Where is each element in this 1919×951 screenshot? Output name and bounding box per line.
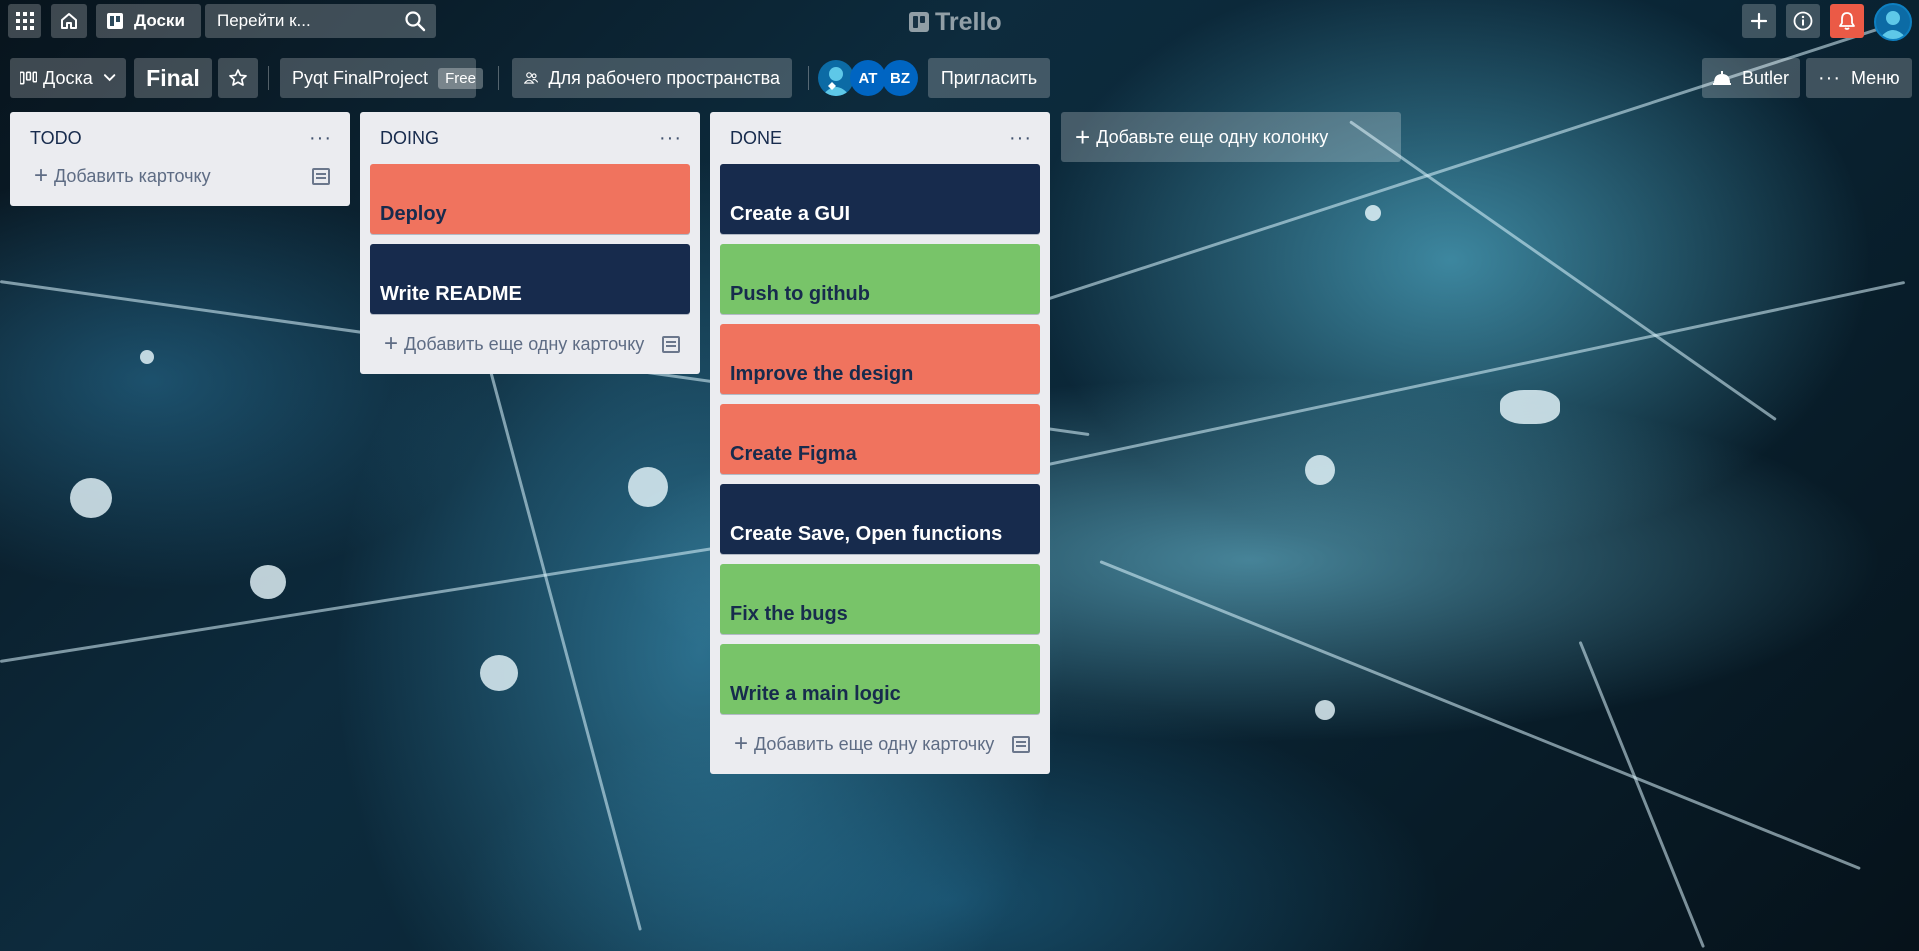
card-title: Create a GUI: [730, 203, 851, 225]
add-list-label: Добавьте еще одну колонку: [1096, 126, 1329, 147]
add-card-button[interactable]: + Добавить еще одну карточку: [720, 724, 1040, 764]
header-divider: [808, 66, 809, 90]
card[interactable]: Write README: [370, 244, 690, 314]
butler-label: Butler: [1742, 67, 1790, 88]
menu-button[interactable]: ··· Меню: [1806, 58, 1912, 98]
star-board-button[interactable]: [218, 58, 258, 98]
card[interactable]: Improve the design: [720, 324, 1040, 394]
apps-grid-button[interactable]: [8, 4, 41, 38]
list-title[interactable]: DOING: [380, 128, 439, 149]
user-avatar[interactable]: [1874, 3, 1912, 41]
plus-icon: +: [734, 730, 749, 757]
list-header: DONE ···: [720, 112, 1040, 164]
boards-label: Доски: [134, 11, 185, 30]
add-card-button[interactable]: + Добавить еще одну карточку: [370, 324, 690, 364]
invite-button[interactable]: Пригласить: [928, 58, 1050, 98]
workspace-visibility-icon: [524, 72, 539, 84]
list-title[interactable]: TODO: [30, 128, 82, 149]
plus-icon: +: [34, 162, 49, 189]
card[interactable]: Write a main logic: [720, 644, 1040, 714]
workspace-button[interactable]: Pyqt FinalProject Free: [280, 58, 483, 98]
add-card-label: Добавить карточку: [54, 165, 211, 186]
search-box[interactable]: [205, 4, 436, 38]
info-icon: [1793, 11, 1813, 31]
header-divider: [498, 66, 499, 90]
board-view-label: Доска: [43, 67, 93, 88]
card[interactable]: Create Save, Open functions: [720, 484, 1040, 554]
trello-logo-text: Trello: [935, 7, 1002, 36]
list-menu-icon[interactable]: ···: [1009, 128, 1032, 148]
card-title: Write README: [380, 283, 522, 305]
visibility-label: Для рабочего пространства: [548, 67, 780, 88]
board-title[interactable]: Final: [134, 58, 212, 98]
top-navigation-bar: Доски Trello: [0, 0, 1919, 44]
list-done: DONE ··· Create a GUI Push to github Imp…: [710, 112, 1050, 774]
list-header: DOING ···: [370, 112, 690, 164]
card-template-icon[interactable]: [662, 335, 680, 353]
member-avatar-at[interactable]: AT: [850, 60, 886, 96]
info-button[interactable]: [1786, 4, 1820, 38]
board-title-text: Final: [146, 64, 200, 91]
card[interactable]: Create a GUI: [720, 164, 1040, 234]
search-input[interactable]: [215, 10, 399, 32]
plus-icon: +: [384, 330, 399, 357]
board-icon: [107, 13, 123, 29]
card-title: Fix the bugs: [730, 603, 848, 625]
board-view-icon: [20, 71, 38, 85]
member-initials: BZ: [890, 69, 910, 87]
search-icon[interactable]: [404, 10, 426, 32]
card-title: Create Figma: [730, 443, 857, 465]
home-button[interactable]: [51, 4, 87, 38]
card[interactable]: Deploy: [370, 164, 690, 234]
create-button[interactable]: [1742, 4, 1776, 38]
card-template-icon[interactable]: [1012, 735, 1030, 753]
list-title[interactable]: DONE: [730, 128, 782, 149]
card[interactable]: Push to github: [720, 244, 1040, 314]
member-avatar-bz[interactable]: BZ: [882, 60, 918, 96]
add-card-label: Добавить еще одну карточку: [404, 333, 645, 354]
butler-bell-icon: [1713, 71, 1731, 85]
card-title: Improve the design: [730, 363, 914, 385]
card-title: Write a main logic: [730, 683, 901, 705]
card-title: Deploy: [380, 203, 447, 225]
user-icon: [1879, 11, 1907, 39]
add-list-button[interactable]: + Добавьте еще одну колонку: [1061, 112, 1401, 162]
user-icon: [822, 67, 850, 96]
card-title: Push to github: [730, 283, 870, 305]
invite-label: Пригласить: [940, 67, 1038, 88]
card-template-icon[interactable]: [312, 167, 330, 185]
trello-logo-icon: [909, 12, 929, 32]
member-initials: AT: [858, 69, 878, 87]
board-view-switcher[interactable]: Доска: [10, 58, 126, 98]
plus-icon: [1750, 12, 1768, 30]
add-card-label: Добавить еще одну карточку: [754, 733, 995, 754]
member-avatar-owner[interactable]: [818, 60, 854, 96]
workspace-name: Pyqt FinalProject: [292, 67, 429, 88]
more-dots-icon: ···: [1818, 66, 1841, 89]
list-todo: TODO ··· + Добавить карточку: [10, 112, 350, 206]
menu-label: Меню: [1850, 67, 1900, 88]
plus-icon: +: [1075, 121, 1091, 152]
visibility-button[interactable]: Для рабочего пространства: [512, 58, 792, 98]
card-title: Create Save, Open functions: [730, 523, 1003, 545]
trello-logo[interactable]: Trello: [909, 6, 1002, 38]
card[interactable]: Create Figma: [720, 404, 1040, 474]
list-menu-icon[interactable]: ···: [309, 128, 332, 148]
boards-button[interactable]: Доски: [96, 4, 201, 38]
home-icon: [61, 13, 77, 29]
butler-button[interactable]: Butler: [1702, 58, 1800, 98]
card[interactable]: Fix the bugs: [720, 564, 1040, 634]
chevron-down-icon: [103, 74, 116, 82]
grid-icon: [15, 12, 34, 30]
add-card-button[interactable]: + Добавить карточку: [20, 156, 340, 196]
workspace-plan-badge: Free: [438, 67, 483, 89]
list-doing: DOING ··· Deploy Write README + Добавить…: [360, 112, 700, 374]
notifications-button[interactable]: [1830, 4, 1864, 38]
header-divider: [268, 66, 269, 90]
star-icon: [229, 69, 247, 86]
list-menu-icon[interactable]: ···: [659, 128, 682, 148]
bell-icon: [1839, 12, 1855, 30]
